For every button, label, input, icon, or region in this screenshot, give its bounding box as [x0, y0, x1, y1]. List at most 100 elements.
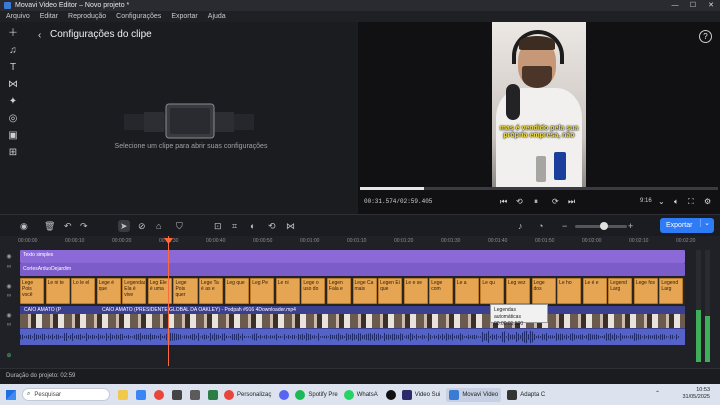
video-track-link-icon[interactable]: ∞ [0, 322, 18, 328]
preview-progress[interactable] [360, 187, 718, 190]
subtitle-clip[interactable]: Legen Ei que [378, 278, 403, 304]
chevron-down-icon[interactable]: ⌄ [658, 196, 665, 208]
redo-icon[interactable]: ↷ [80, 220, 88, 232]
menu-configuracoes[interactable]: Configurações [116, 13, 161, 20]
skip-back-icon[interactable]: ⏮ [500, 196, 507, 208]
subtitle-clip[interactable]: Le ho [557, 278, 582, 304]
menu-ajuda[interactable]: Ajuda [208, 13, 226, 20]
subtitle-clip[interactable]: Lege é que [96, 278, 121, 304]
play-pause-icon[interactable]: ⏸ [534, 196, 538, 208]
speed-icon[interactable]: ◔ [538, 220, 543, 232]
subs-track-eye-icon[interactable]: ◉ [0, 283, 18, 290]
delete-icon[interactable]: 🗑︎ [44, 220, 55, 232]
subtitle-clip[interactable]: Legend Larg [608, 278, 633, 304]
subtitle-clip[interactable]: Legen Fala e [326, 278, 351, 304]
zoom-in-icon[interactable]: + [628, 220, 633, 232]
video-preview[interactable]: mas é vendido pela sua própria empresa, … [492, 22, 586, 187]
blade-tool-icon[interactable]: ⊘ [138, 220, 146, 232]
zoom-out-icon[interactable]: − [562, 220, 567, 232]
menu-exportar[interactable]: Exportar [171, 13, 197, 20]
split-icon[interactable]: ⋈ [286, 220, 295, 232]
subtitle-clip[interactable]: Legendas Ela é vive [122, 278, 147, 304]
color-adjust-icon[interactable]: ◐ [250, 220, 255, 232]
subtitle-clip[interactable]: Lege Ta é as e [199, 278, 224, 304]
step-forward-icon[interactable]: ⟳ [552, 196, 559, 208]
edge-icon[interactable] [136, 389, 146, 400]
subtitle-clip[interactable]: Lege Ca mais [352, 278, 377, 304]
help-icon[interactable]: ? [699, 30, 712, 43]
store-icon[interactable] [172, 389, 182, 400]
taskbar-app-movavi[interactable]: Movavi Video [446, 387, 502, 402]
text-track-link-icon[interactable]: ∞ [0, 264, 18, 270]
subtitle-clip[interactable]: Le é e [582, 278, 607, 304]
text-track-1[interactable]: Texto simples [20, 250, 685, 263]
subtitle-clip[interactable]: Le ni te [45, 278, 70, 304]
taskbar-app-adapta[interactable]: Adapta C [507, 389, 545, 400]
subtitle-clip[interactable]: Lege fos [633, 278, 658, 304]
subtitle-clip[interactable]: Lege o uso do [301, 278, 326, 304]
export-button[interactable]: Exportar ⌄ [660, 218, 714, 233]
taskbar-search[interactable]: ⌕ Pesquisar [22, 388, 110, 401]
zoom-slider[interactable] [575, 222, 627, 230]
subtitle-clip[interactable]: Legend Larg [659, 278, 684, 304]
stickers-icon[interactable]: ▣ [7, 130, 19, 142]
time-ruler[interactable]: 00:00:0000:00:1000:00:2000:00:3000:00:40… [18, 236, 695, 248]
skip-forward-icon[interactable]: ⏭ [568, 196, 575, 208]
filters-icon[interactable]: ◎ [7, 113, 19, 125]
taskbar-app-video-suite[interactable]: Video Sui [401, 389, 440, 400]
record-icon[interactable]: ◉ [20, 220, 28, 232]
effects-icon[interactable]: ✦ [7, 96, 19, 108]
menu-reproducao[interactable]: Reprodução [68, 13, 106, 20]
github-icon[interactable] [385, 389, 396, 400]
settings-gear-icon[interactable]: ⚙ [704, 196, 711, 208]
subtitle-clip[interactable]: Le a [454, 278, 479, 304]
volume-icon[interactable]: 🔈︎ [674, 196, 679, 208]
maximize-button[interactable]: ☐ [684, 0, 702, 11]
menu-arquivo[interactable]: Arquivo [6, 13, 30, 20]
video-track-eye-icon[interactable]: ◉ [0, 312, 18, 319]
app-icon[interactable] [190, 389, 200, 400]
taskbar-app-personalizacao[interactable]: Personalizaç [224, 389, 271, 400]
audio-waveform-track[interactable] [20, 329, 685, 345]
zoom-slider-knob[interactable] [599, 222, 608, 230]
subtitle-clip[interactable]: Lege Pois quer [173, 278, 198, 304]
shield-icon[interactable]: ⛉ [176, 220, 183, 232]
subtitle-clip[interactable]: Leg que [224, 278, 249, 304]
text-icon[interactable]: T [7, 62, 19, 74]
loop-icon[interactable]: ⟲ [516, 196, 523, 208]
export-dropdown-icon[interactable]: ⌄ [700, 219, 710, 227]
subtitle-clip[interactable]: Leg Pe [250, 278, 275, 304]
add-track-icon[interactable]: ⊕ [0, 352, 18, 359]
back-arrow-icon[interactable]: ‹ [38, 30, 41, 41]
playhead[interactable] [168, 236, 169, 366]
subtitle-clip[interactable]: Lo le el [71, 278, 96, 304]
marker-icon[interactable]: ⌂ [156, 220, 161, 232]
subtitle-track[interactable]: Lege Pois você Le ni te Lo le el Lege é que… [20, 277, 685, 305]
discord-icon[interactable] [279, 389, 290, 400]
subtitle-clip[interactable]: Le qu [480, 278, 505, 304]
minimize-button[interactable]: — [666, 0, 684, 11]
select-tool-icon[interactable]: ➤ [118, 220, 130, 232]
more-tools-icon[interactable]: ⊞ [7, 147, 19, 159]
audio-edit-icon[interactable]: ♪ [518, 220, 523, 232]
text-track-eye-icon[interactable]: ◉ [0, 253, 18, 260]
clock[interactable]: 10:53 31/05/2025 [682, 387, 710, 401]
close-button[interactable]: ✕ [702, 0, 720, 11]
subtitle-clip[interactable]: Le ni [275, 278, 300, 304]
subtitle-clip[interactable]: Leg vez [505, 278, 531, 304]
menu-editar[interactable]: Editar [40, 13, 58, 20]
subtitle-clip[interactable]: Lege dos [531, 278, 556, 304]
add-media-icon[interactable]: ＋ [7, 28, 19, 40]
text-track-2[interactable]: CortesArduoDejardim [20, 263, 685, 276]
subtitle-clip[interactable]: Lege Pois você [20, 278, 45, 304]
music-icon[interactable]: ♫ [7, 45, 19, 57]
start-icon[interactable] [6, 389, 16, 400]
crop-icon[interactable]: ⌗ [232, 220, 237, 232]
tray-chevron-icon[interactable]: ⌃ [655, 390, 660, 397]
subs-track-link-icon[interactable]: ∞ [0, 293, 18, 299]
aspect-ratio[interactable]: 9:16 [640, 198, 652, 204]
excel-icon[interactable] [208, 389, 218, 400]
file-explorer-icon[interactable] [118, 389, 128, 400]
taskbar-app-spotify[interactable]: Spotify Pre [295, 389, 338, 400]
fullscreen-icon[interactable]: ⛶ [688, 196, 694, 208]
